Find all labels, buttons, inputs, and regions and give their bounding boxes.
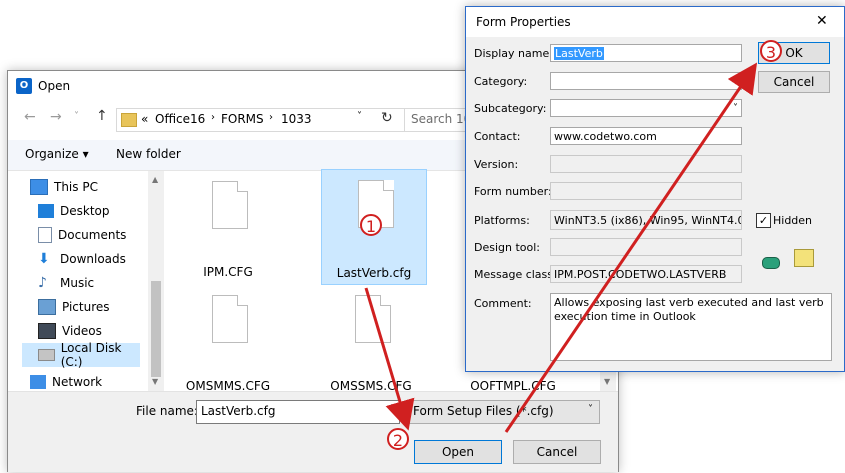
callout-2: 2 (387, 428, 409, 450)
callout-1: 1 (360, 214, 382, 236)
annotation-arrows (364, 62, 758, 433)
arrow-to-ok-button (504, 62, 758, 433)
arrow-to-open-button (364, 287, 415, 431)
callout-3: 3 (760, 40, 782, 62)
